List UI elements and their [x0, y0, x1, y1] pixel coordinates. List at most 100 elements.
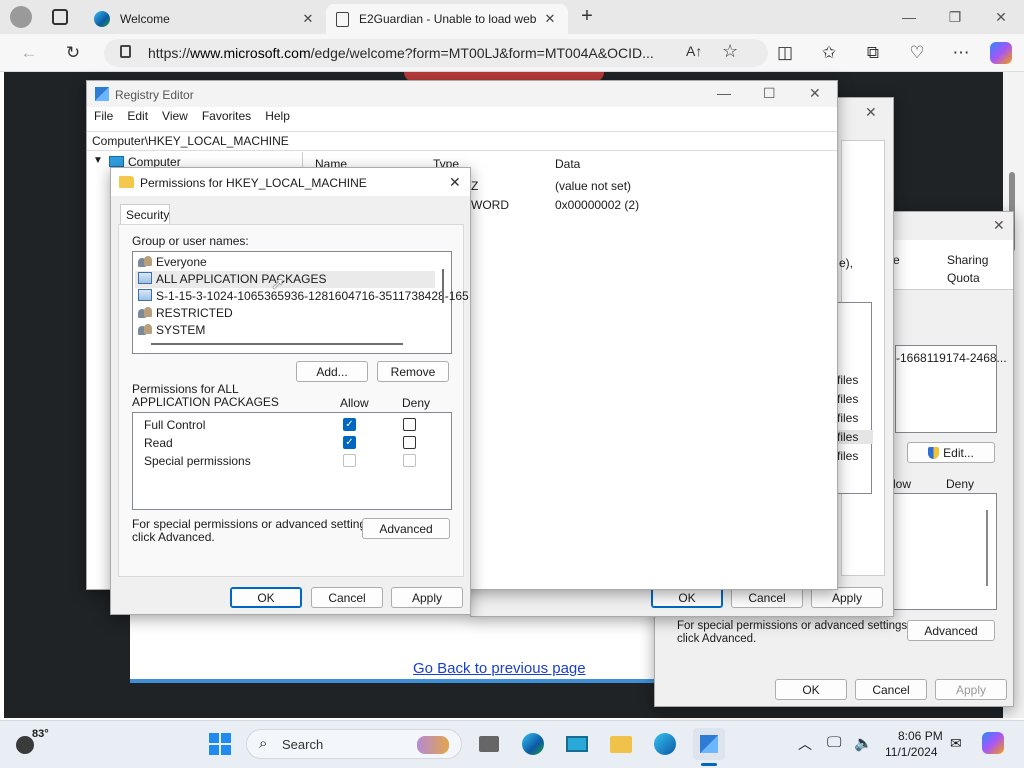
permissions-list[interactable]: [893, 493, 997, 610]
address-bar[interactable]: https://www.microsoft.com/edge/welcome?f…: [104, 39, 768, 67]
copilot-icon[interactable]: [990, 42, 1012, 64]
list-item[interactable]: S-1-15-3-1024-1065365936-1281604716-3511…: [138, 289, 469, 303]
tab-actions-icon[interactable]: [52, 9, 68, 25]
value-type: Z: [471, 179, 479, 193]
task-view-icon[interactable]: [473, 728, 505, 760]
list-scrollbar-thumb[interactable]: [986, 510, 988, 586]
collections-icon[interactable]: ⧉: [858, 38, 888, 68]
clock-time[interactable]: 8:06 PM: [898, 729, 943, 743]
read-aloud-icon[interactable]: A↑: [686, 43, 702, 59]
restore-button[interactable]: ❐: [932, 0, 978, 34]
tab-fragment[interactable]: e: [893, 253, 900, 267]
add-button[interactable]: Add...: [296, 361, 368, 382]
advanced-button[interactable]: Advanced: [362, 518, 450, 539]
advanced-button[interactable]: Advanced: [907, 620, 995, 641]
minimize-button[interactable]: —: [886, 0, 932, 34]
close-icon[interactable]: ✕: [865, 104, 877, 121]
notification-icon[interactable]: ✉: [950, 735, 962, 752]
list-item-selected[interactable]: ALL APPLICATION PACKAGES: [135, 271, 435, 288]
column-data[interactable]: Data: [555, 157, 580, 171]
allow-read-checkbox[interactable]: ✓: [343, 436, 356, 449]
show-hidden-icons-chevron-icon[interactable]: ︿: [798, 734, 812, 754]
deny-read-checkbox[interactable]: [403, 436, 416, 449]
go-back-link[interactable]: Go Back to previous page: [413, 660, 586, 677]
cancel-button[interactable]: Cancel: [311, 587, 383, 608]
menu-view[interactable]: View: [162, 109, 188, 129]
owner-text-fragment: e),: [839, 256, 854, 270]
edge-taskbar-icon[interactable]: [517, 728, 549, 760]
menu-file[interactable]: File: [94, 109, 113, 129]
close-button[interactable]: ✕: [809, 85, 821, 102]
menu-favorites[interactable]: Favorites: [202, 109, 251, 129]
clock-date[interactable]: 11/1/2024: [885, 745, 938, 759]
maximize-button[interactable]: ☐: [763, 85, 776, 102]
tab-title: E2Guardian - Unable to load web: [359, 12, 537, 26]
entry-inherited-from: files: [837, 373, 859, 387]
remote-desktop-icon[interactable]: [561, 728, 593, 760]
taskbar-search-box[interactable]: ⌕ Search: [246, 729, 462, 759]
network-icon[interactable]: 🖵: [827, 734, 841, 751]
address-path[interactable]: Computer\HKEY_LOCAL_MACHINE: [87, 131, 837, 151]
back-icon[interactable]: ←: [14, 38, 44, 68]
regedit-taskbar-icon[interactable]: [693, 728, 725, 760]
list-item[interactable]: SYSTEM: [138, 323, 205, 337]
minimize-button[interactable]: —: [717, 85, 731, 101]
tab-quota[interactable]: Quota: [947, 271, 980, 285]
apply-button[interactable]: Apply: [935, 679, 1007, 700]
profile-avatar[interactable]: [10, 6, 32, 28]
edge-dev-icon[interactable]: [649, 728, 681, 760]
close-button[interactable]: ✕: [978, 0, 1024, 34]
allow-header: low: [893, 477, 912, 491]
remove-button[interactable]: Remove: [377, 361, 449, 382]
allow-header: Allow: [340, 396, 369, 410]
volume-icon[interactable]: 🔈: [854, 734, 873, 752]
weather-widget[interactable]: 83°: [16, 728, 56, 760]
close-icon[interactable]: ✕: [993, 217, 1005, 234]
cancel-button[interactable]: Cancel: [731, 587, 803, 608]
tab-security[interactable]: Security: [120, 204, 170, 224]
cancel-button[interactable]: Cancel: [855, 679, 927, 700]
horizontal-scrollbar-thumb[interactable]: [151, 343, 403, 345]
tab-sharing[interactable]: Sharing: [947, 253, 988, 267]
group-names-list[interactable]: Everyone ALL APPLICATION PACKAGES S-1-15…: [132, 251, 469, 354]
more-menu-icon[interactable]: ⋯: [946, 38, 976, 68]
ok-button[interactable]: OK: [775, 679, 847, 700]
shield-icon: [928, 446, 940, 459]
favorite-star-icon[interactable]: ☆: [722, 41, 738, 62]
vertical-scrollbar-thumb[interactable]: [442, 269, 444, 303]
page-favicon-icon: [336, 11, 349, 27]
split-screen-icon[interactable]: ◫: [770, 38, 800, 68]
expand-chevron-icon[interactable]: ▼: [93, 155, 103, 166]
ok-button[interactable]: OK: [651, 587, 723, 608]
copilot-taskbar-icon[interactable]: [982, 732, 1004, 754]
menu-edit[interactable]: Edit: [127, 109, 148, 129]
value-type: WORD: [471, 198, 509, 212]
ok-button[interactable]: OK: [230, 587, 302, 608]
close-tab-icon[interactable]: ✕: [300, 11, 316, 27]
apply-button[interactable]: Apply: [811, 587, 883, 608]
edit-button[interactable]: Edit...: [907, 442, 995, 463]
lock-icon: [120, 45, 131, 58]
refresh-icon[interactable]: ↻: [58, 38, 88, 68]
deny-header: Deny: [402, 396, 431, 410]
favorites-icon[interactable]: ✩: [814, 38, 844, 68]
tab-welcome[interactable]: Welcome ✕: [84, 4, 326, 34]
permission-name: Read: [144, 436, 173, 450]
group-list[interactable]: -1668119174-2468...: [895, 345, 1007, 433]
menu-help[interactable]: Help: [265, 109, 290, 129]
allow-full-control-checkbox[interactable]: ✓: [343, 418, 356, 431]
package-icon: [138, 289, 152, 301]
start-button[interactable]: [204, 728, 236, 760]
folder-icon: [119, 176, 134, 188]
new-tab-button[interactable]: +: [576, 6, 598, 28]
close-button[interactable]: ✕: [449, 174, 461, 191]
list-item[interactable]: RESTRICTED: [138, 306, 233, 320]
tab-e2guardian[interactable]: E2Guardian - Unable to load web ✕: [326, 4, 568, 34]
file-explorer-icon[interactable]: [605, 728, 637, 760]
browser-essentials-icon[interactable]: ♡: [902, 38, 932, 68]
list-item[interactable]: Everyone: [138, 255, 207, 269]
close-tab-icon[interactable]: ✕: [542, 11, 558, 27]
tab-title: Welcome: [120, 12, 170, 26]
apply-button[interactable]: Apply: [391, 587, 463, 608]
deny-full-control-checkbox[interactable]: [403, 418, 416, 431]
